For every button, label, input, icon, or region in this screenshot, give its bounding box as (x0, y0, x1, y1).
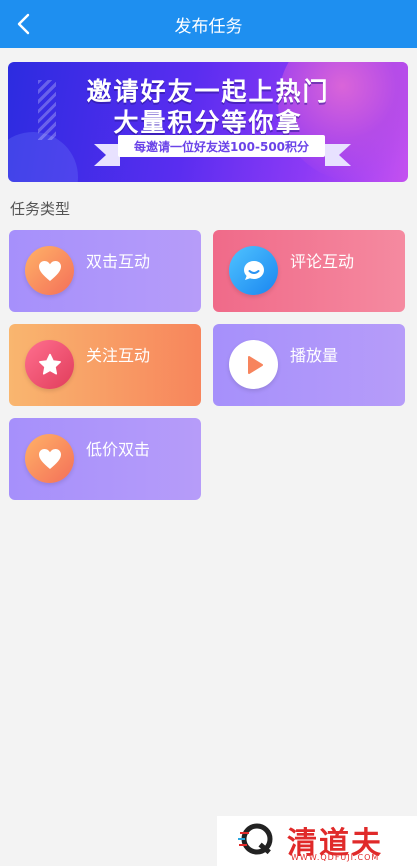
task-card-plays[interactable]: 播放量 (213, 324, 405, 406)
chat-bubble-icon (229, 246, 278, 295)
banner-subheadline: 大量积分等你拿 (113, 108, 303, 137)
task-card-comment[interactable]: 评论互动 (213, 230, 405, 312)
invite-banner[interactable]: 邀请好友一起上热门 大量积分等你拿 每邀请一位好友送100-500积分 (8, 62, 408, 182)
watermark-logo (238, 823, 273, 855)
back-button[interactable] (6, 6, 42, 42)
task-label: 双击互动 (86, 252, 151, 271)
heart-icon (25, 246, 74, 295)
task-label: 低价双击 (86, 440, 151, 459)
task-label: 播放量 (290, 346, 339, 365)
top-app-bar: 发布任务 (0, 0, 417, 48)
page-title: 发布任务 (174, 16, 243, 37)
play-icon (229, 340, 278, 389)
banner-ribbon: 每邀请一位好友送100-500积分 (118, 135, 325, 157)
task-card-follow[interactable]: 关注互动 (9, 324, 201, 406)
heart-icon (25, 434, 74, 483)
chevron-left-icon (17, 13, 30, 35)
watermark: 清道夫 WWW.QDFUJI.COM (217, 816, 417, 866)
task-card-low-price-double-tap[interactable]: 低价双击 (9, 418, 201, 500)
task-label: 评论互动 (290, 252, 355, 271)
watermark-url: WWW.QDFUJI.COM (291, 853, 380, 862)
star-icon (25, 340, 74, 389)
task-card-double-tap[interactable]: 双击互动 (9, 230, 201, 312)
section-title: 任务类型 (10, 200, 71, 218)
ribbon-tail-right (325, 144, 351, 166)
task-label: 关注互动 (86, 346, 151, 365)
ribbon-tail-left (94, 144, 120, 166)
